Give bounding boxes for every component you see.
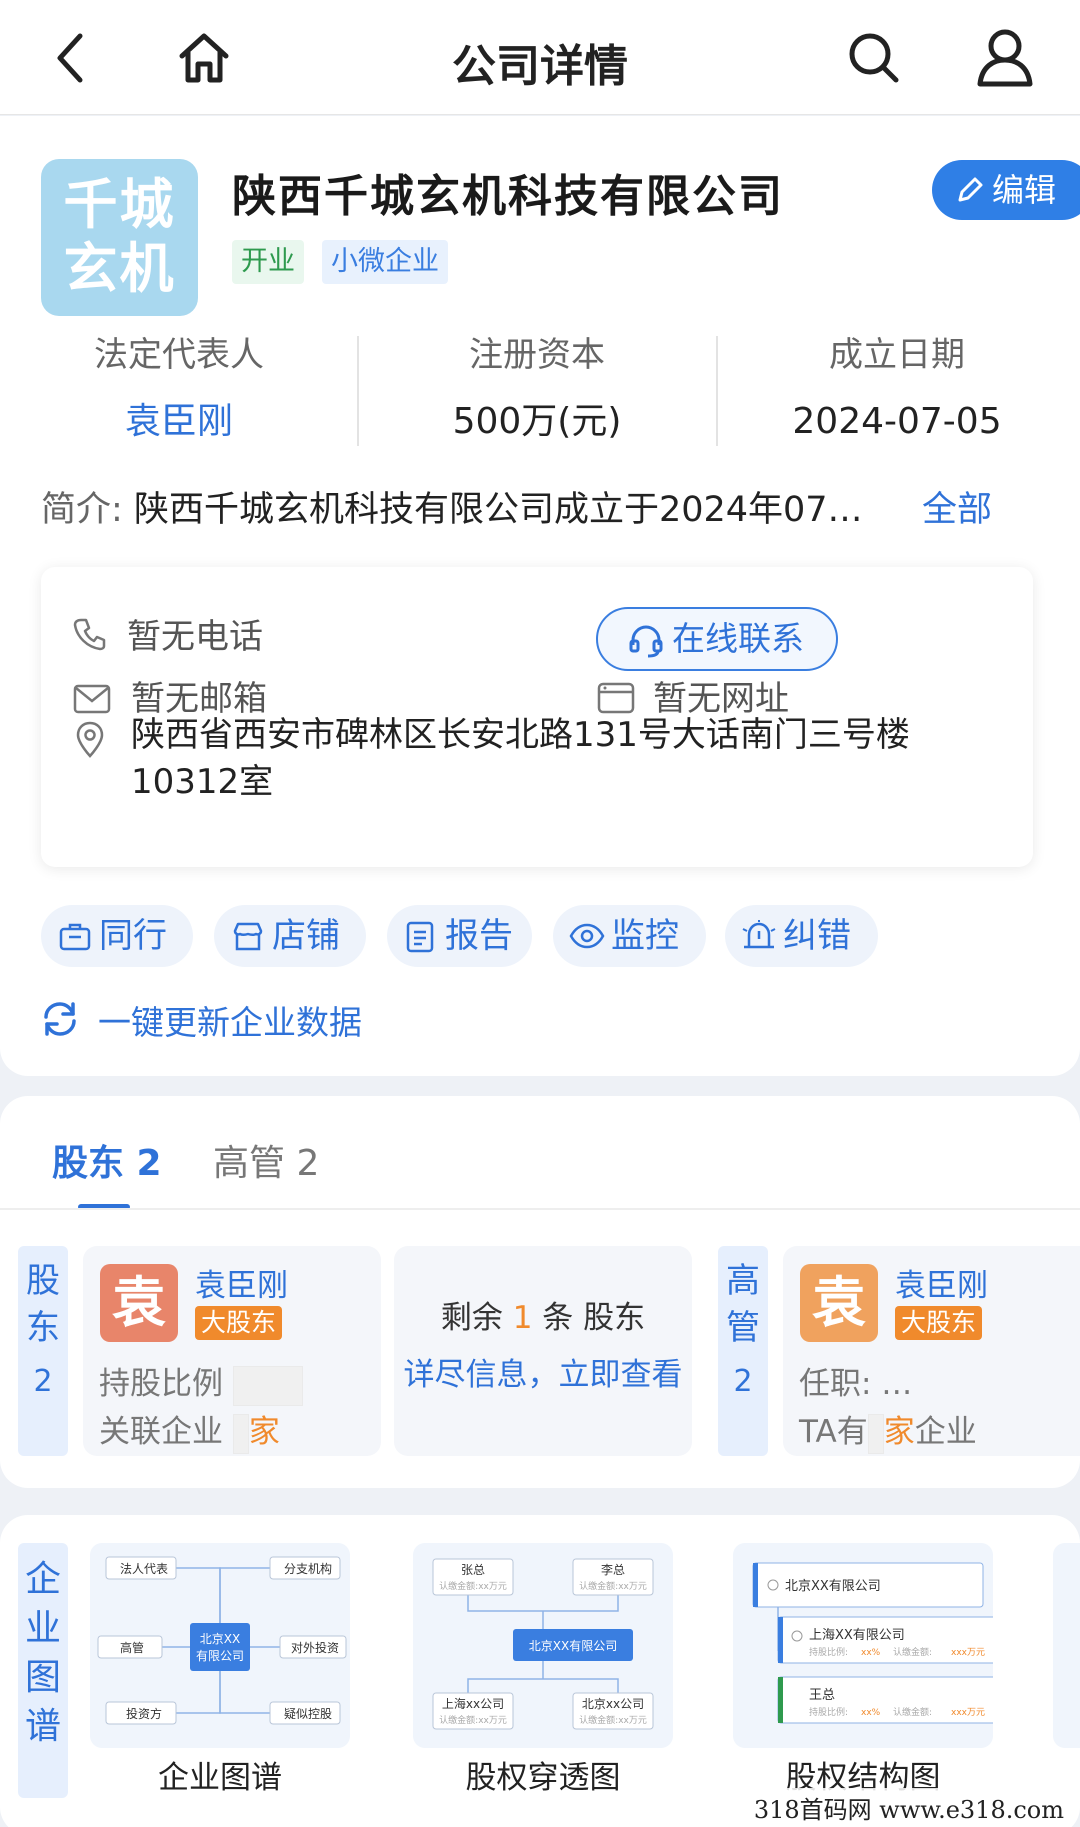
executives-side-label: 高 管 2: [718, 1246, 768, 1456]
equity-penetration-label[interactable]: 股权穿透图: [413, 1752, 673, 1797]
major-shareholder-badge: 大股东: [195, 1306, 283, 1340]
online-contact-button[interactable]: 在线联系: [596, 607, 838, 671]
related-companies-row: 关联企业 家: [99, 1406, 280, 1454]
company-name: 陕西千城玄机科技有限公司: [232, 171, 784, 222]
enterprise-graph-thumbnail[interactable]: 北京XX 有限公司 法人代表 分支机构 高管 对外投资 投资方 疑似控股: [90, 1543, 350, 1748]
refresh-icon[interactable]: [40, 999, 80, 1039]
update-data-link[interactable]: 一键更新企业数据: [98, 996, 362, 1044]
structure-child: 王总: [809, 1688, 835, 1703]
position-row: 任职: …: [799, 1366, 913, 1402]
penetration-center: 北京XX有限公司: [529, 1639, 617, 1653]
top-nav-bar: 公司详情: [0, 0, 1080, 115]
equity-penetration-thumbnail[interactable]: 北京XX有限公司 张总 认缴金额:xx万元 李总 认缴金额:xx万元 上海xx公…: [413, 1543, 673, 1748]
penetration-node: 北京xx公司: [582, 1697, 644, 1711]
penetration-node: 上海xx公司: [442, 1696, 504, 1711]
masked-value: [232, 1365, 303, 1406]
address-text[interactable]: 陕西省西安市碑林区长安北路131号大话南门三号楼10312室: [131, 712, 1011, 806]
divider: [0, 1208, 1080, 1210]
graph-node: 对外投资: [291, 1640, 339, 1655]
site-watermark: 318首码网 www.e318.com: [749, 1788, 1068, 1827]
intro-expand-link[interactable]: 全部: [922, 481, 992, 532]
tab-executives[interactable]: 高管 2: [213, 1134, 319, 1186]
user-icon[interactable]: [974, 26, 1036, 88]
related-companies-row: TA有 家企业: [799, 1406, 977, 1454]
graph-center-line1: 北京XX: [200, 1632, 240, 1646]
structure-subtext: 认缴金额:: [893, 1706, 932, 1718]
scale-badge: 小微企业: [322, 240, 448, 284]
eye-icon: [569, 923, 605, 949]
more-thumbnail-edge[interactable]: [1053, 1543, 1080, 1748]
structure-subtext: 认缴金额:: [893, 1646, 932, 1658]
alarm-icon: [742, 920, 776, 949]
status-badge: 开业: [232, 240, 304, 284]
avatar: 袁: [800, 1264, 878, 1342]
store-icon: [233, 922, 263, 951]
shareholders-executives-card: 股东 2 高管 2 股 东 2 袁 袁臣刚 大股东 持股比例 关联企业 家 剩余…: [0, 1096, 1080, 1488]
structure-subtext: xxx万元: [951, 1648, 985, 1658]
graph-node: 分支机构: [284, 1561, 332, 1576]
graph-node: 疑似控股: [284, 1706, 332, 1721]
graph-center-line2: 有限公司: [196, 1649, 244, 1663]
enterprise-graph-label[interactable]: 企业图谱: [90, 1752, 350, 1797]
page-title: 公司详情: [452, 41, 628, 92]
graph-node: 法人代表: [120, 1562, 168, 1576]
pencil-icon: [958, 177, 983, 202]
share-ratio-row: 持股比例: [99, 1358, 303, 1406]
penetration-subtext: 认缴金额:xx万元: [439, 1580, 507, 1592]
company-info-card: 千城 玄机 陕西千城玄机科技有限公司 开业 小微企业 编辑 法定代表人 袁臣刚 …: [0, 116, 1080, 1076]
avatar: 袁: [100, 1264, 178, 1342]
search-icon[interactable]: [846, 30, 902, 86]
stat-capital: 注册资本 500万(元): [452, 335, 622, 442]
location-pin-icon: [76, 721, 104, 758]
remaining-shareholders-card[interactable]: 剩余 1 条 股东 详尽信息，立即查看: [394, 1246, 692, 1456]
view-details-link[interactable]: 详尽信息，立即查看: [394, 1349, 692, 1394]
structure-subtext: 持股比例:: [809, 1646, 848, 1658]
person-name[interactable]: 袁臣刚: [195, 1260, 288, 1305]
tab-shareholders[interactable]: 股东 2: [52, 1134, 162, 1186]
shareholders-side-label: 股 东 2: [18, 1246, 68, 1456]
structure-subtext: xx%: [861, 1648, 881, 1658]
graph-node: 高管: [120, 1640, 144, 1655]
structure-subtext: 持股比例:: [809, 1706, 848, 1718]
stat-founded: 成立日期 2024-07-05: [792, 335, 1002, 442]
company-logo: 千城 玄机: [41, 159, 198, 316]
mail-icon: [73, 684, 111, 714]
action-monitor[interactable]: 监控: [553, 905, 706, 967]
person-name[interactable]: 袁臣刚: [895, 1260, 988, 1305]
penetration-subtext: 认缴金额:xx万元: [439, 1714, 507, 1726]
legal-rep-link[interactable]: 袁臣刚: [0, 392, 358, 452]
major-shareholder-badge: 大股东: [895, 1306, 983, 1340]
masked-value: [232, 1413, 249, 1454]
headset-icon: [629, 625, 663, 658]
company-intro: 简介: 陕西千城玄机科技有限公司成立于2024年07…: [41, 490, 863, 530]
enterprise-graph-card: 企 业 图 谱 北京XX 有限公司 法人代表 分支机构 高管 对外投资 投资方 …: [0, 1515, 1080, 1827]
executive-card[interactable]: 袁 袁臣刚 大股东 任职: … TA有 家企业: [783, 1246, 1080, 1456]
stat-legal-rep: 法定代表人 袁臣刚: [0, 326, 358, 452]
penetration-subtext: 认缴金额:xx万元: [579, 1580, 647, 1592]
briefcase-icon: [59, 923, 91, 951]
edit-button[interactable]: 编辑: [932, 160, 1080, 220]
structure-subtext: xx%: [861, 1708, 881, 1718]
action-correction[interactable]: 纠错: [725, 905, 878, 967]
equity-structure-thumbnail[interactable]: 北京XX有限公司 上海XX有限公司 持股比例: xx% 认缴金额: xxx万元 …: [733, 1543, 993, 1748]
structure-root: 北京XX有限公司: [785, 1579, 881, 1594]
graph-side-label: 企 业 图 谱: [18, 1543, 68, 1798]
shareholder-card[interactable]: 袁 袁臣刚 大股东 持股比例 关联企业 家: [83, 1246, 381, 1456]
penetration-subtext: 认缴金额:xx万元: [579, 1714, 647, 1726]
structure-subtext: xxx万元: [951, 1708, 985, 1718]
action-report[interactable]: 报告: [387, 905, 532, 967]
browser-icon: [597, 682, 635, 714]
penetration-node: 张总: [461, 1563, 485, 1577]
structure-child: 上海XX有限公司: [809, 1628, 905, 1643]
remaining-count-text: 剩余 1 条 股东: [440, 1300, 646, 1336]
contact-panel: 暂无电话 在线联系 暂无邮箱 暂无网址 陕西省西安市碑林区长安北路131号大话南…: [41, 567, 1033, 867]
action-shops[interactable]: 店铺: [214, 905, 366, 967]
phone-icon: [73, 618, 106, 651]
graph-node: 投资方: [126, 1706, 162, 1721]
phone-text: 暂无电话: [127, 617, 263, 657]
action-peers[interactable]: 同行: [41, 905, 193, 967]
penetration-node: 李总: [601, 1562, 625, 1577]
masked-value: [867, 1413, 884, 1454]
report-icon: [406, 921, 434, 953]
